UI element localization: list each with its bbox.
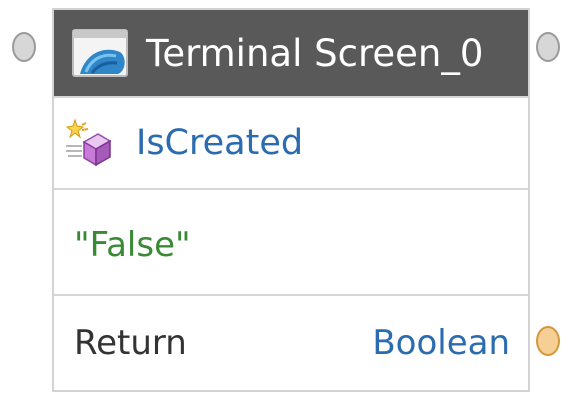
value-row[interactable]: "False" (54, 188, 528, 294)
return-type: Boolean (372, 323, 510, 363)
flow-output-port[interactable] (536, 32, 560, 62)
return-row[interactable]: Return Boolean (54, 294, 528, 390)
flow-input-port[interactable] (12, 32, 36, 62)
node-title: Terminal Screen_0 (146, 32, 484, 75)
property-row[interactable]: IsCreated (54, 96, 528, 188)
return-label: Return (74, 323, 187, 363)
property-get-icon (65, 118, 112, 167)
return-output-port[interactable] (536, 326, 560, 356)
terminal-screen-node[interactable]: Terminal Screen_0 IsCreated "False" Retu… (52, 8, 530, 392)
node-header[interactable]: Terminal Screen_0 (54, 10, 528, 96)
value-text: "False" (74, 225, 191, 265)
property-label: IsCreated (136, 123, 304, 163)
terminal-screen-icon (72, 29, 128, 77)
